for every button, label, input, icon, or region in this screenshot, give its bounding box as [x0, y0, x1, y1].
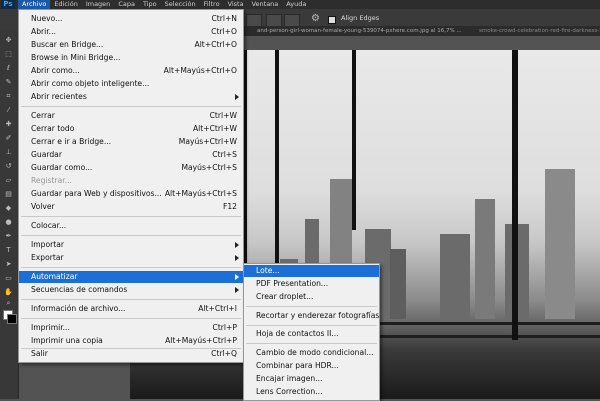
eyedropper-tool-icon[interactable]: ⁄: [3, 106, 14, 114]
menu-bar: Ps Archivo Edición Imagen Capa Tipo Sele…: [0, 0, 600, 9]
submenu-item-encajar-imagen[interactable]: Encajar imagen...: [244, 373, 379, 385]
menu-vista[interactable]: Vista: [224, 0, 248, 9]
menu-item-abrir-como[interactable]: Abrir como... Alt+Mayús+Ctrl+O: [19, 65, 243, 77]
menu-item-volver[interactable]: Volver F12: [19, 201, 243, 213]
quick-select-tool-icon[interactable]: ✎: [3, 78, 14, 86]
menu-separator: [21, 318, 241, 319]
menu-item-exportar[interactable]: Exportar: [19, 252, 243, 264]
align-edges-checkbox[interactable]: [328, 16, 336, 24]
background-color-swatch[interactable]: [7, 314, 17, 324]
bridge-cable: [352, 50, 356, 230]
healing-brush-tool-icon[interactable]: ✚: [3, 120, 14, 128]
bridge-cable: [512, 50, 518, 340]
menu-item-cerrar-ir-bridge[interactable]: Cerrar e ir a Bridge... Mayús+Ctrl+W: [19, 136, 243, 148]
history-brush-tool-icon[interactable]: ↺: [3, 162, 14, 170]
menu-item-imprimir[interactable]: Imprimir... Ctrl+P: [19, 322, 243, 334]
brush-tool-icon[interactable]: ✐: [3, 134, 14, 142]
path-selection-tool-icon[interactable]: ➤: [3, 260, 14, 268]
gradient-tool-icon[interactable]: ▤: [3, 190, 14, 198]
submenu-item-combinar-hdr[interactable]: Combinar para HDR...: [244, 360, 379, 372]
menu-seleccion[interactable]: Selección: [161, 0, 200, 9]
align-edges-label: Align Edges: [341, 14, 380, 22]
menu-separator: [21, 106, 241, 107]
automate-submenu: Lote... PDF Presentation... Crear drople…: [243, 263, 380, 401]
move-tool-icon[interactable]: ✥: [3, 36, 14, 44]
menu-item-guardar[interactable]: Guardar Ctrl+S: [19, 149, 243, 161]
gear-icon[interactable]: ⚙: [311, 13, 322, 24]
menu-item-automatizar[interactable]: Automatizar: [19, 271, 243, 283]
menu-items: Archivo Edición Imagen Capa Tipo Selecci…: [18, 0, 310, 9]
menu-item-imprimir-copia[interactable]: Imprimir una copia Alt+Mayús+Ctrl+P: [19, 335, 243, 347]
chevron-right-icon: [235, 94, 239, 100]
eraser-tool-icon[interactable]: ▱: [3, 176, 14, 184]
menu-item-registrar: Registrar...: [31, 176, 72, 185]
menu-archivo[interactable]: Archivo: [18, 0, 51, 9]
submenu-item-pdf-presentation[interactable]: PDF Presentation...: [244, 278, 379, 290]
menu-item-guardar-para-web[interactable]: Guardar para Web y dispositivos... Alt+Ma…: [19, 188, 243, 200]
building-shape: [390, 249, 406, 319]
menu-item-buscar-en-bridge[interactable]: Buscar en Bridge... Alt+Ctrl+O: [19, 39, 243, 51]
submenu-item-lote[interactable]: Lote...: [244, 265, 379, 277]
submenu-item-lens-correction[interactable]: Lens Correction...: [244, 386, 379, 398]
submenu-item-hoja-contactos[interactable]: Hoja de contactos II...: [244, 328, 379, 340]
menu-item-abrir-objeto-inteligente[interactable]: Abrir como objeto inteligente...: [19, 78, 243, 90]
building-shape: [440, 234, 470, 319]
menu-ayuda[interactable]: Ayuda: [282, 0, 310, 9]
menu-item-informacion-archivo[interactable]: Información de archivo... Alt+Ctrl+I: [19, 303, 243, 315]
document-tab-bar: and-person-girl-woman-female-young-53907…: [243, 26, 600, 36]
zoom-tool-icon[interactable]: ⌕: [3, 299, 14, 307]
shape-tool-icon[interactable]: ▭: [3, 274, 14, 282]
menu-item-abrir-recientes[interactable]: Abrir recientes: [19, 91, 243, 103]
menu-edicion[interactable]: Edición: [50, 0, 82, 9]
menu-item-cerrar[interactable]: Cerrar Ctrl+W: [19, 110, 243, 122]
menu-separator: [246, 343, 377, 344]
menu-item-nuevo[interactable]: Nuevo... Ctrl+N: [19, 13, 243, 25]
menu-ventana[interactable]: Ventana: [248, 0, 283, 9]
photoshop-logo-icon: Ps: [1, 0, 15, 9]
menu-item-importar[interactable]: Importar: [19, 239, 243, 251]
menu-separator: [21, 299, 241, 300]
menu-item-salir[interactable]: Salir Ctrl+Q: [19, 348, 243, 360]
menu-filtro[interactable]: Filtro: [200, 0, 224, 9]
building-shape: [545, 169, 575, 319]
menu-item-browse-mini-bridge[interactable]: Browse in Mini Bridge...: [19, 52, 243, 64]
submenu-item-cambio-modo[interactable]: Cambio de modo condicional...: [244, 347, 379, 359]
chevron-right-icon: [235, 242, 239, 248]
document-tab-1[interactable]: and-person-girl-woman-female-young-53907…: [257, 26, 477, 36]
submenu-item-crear-droplet[interactable]: Crear droplet...: [244, 291, 379, 303]
chevron-right-icon: [235, 287, 239, 293]
menu-separator: [246, 306, 377, 307]
file-menu-dropdown: Nuevo... Ctrl+N Abrir... Ctrl+O Buscar en …: [18, 9, 244, 363]
chevron-right-icon: [235, 255, 239, 261]
menu-item-secuencias-comandos[interactable]: Secuencias de comandos: [19, 284, 243, 296]
menu-item-abrir[interactable]: Abrir... Ctrl+O: [19, 26, 243, 38]
dodge-tool-icon[interactable]: ●: [3, 218, 14, 226]
document-tab-2[interactable]: smoke-crowd-celebration-red-fire-darknes…: [479, 26, 600, 36]
tools-panel: ✥ ⬚ ℓ ✎ ⌗ ⁄ ✚ ✐ ⊥ ↺ ▱ ▤ ◆ ● ✒ T ➤ ▭ ✋ ⌕: [0, 30, 19, 399]
menu-imagen[interactable]: Imagen: [82, 0, 114, 9]
clone-stamp-tool-icon[interactable]: ⊥: [3, 148, 14, 156]
chevron-right-icon: [235, 274, 239, 280]
menu-separator: [21, 235, 241, 236]
marquee-tool-icon[interactable]: ⬚: [3, 50, 14, 58]
menu-separator: [246, 325, 377, 326]
submenu-item-recortar-enderezar[interactable]: Recortar y enderezar fotografías: [244, 310, 379, 322]
pen-tool-icon[interactable]: ✒: [3, 232, 14, 240]
menu-tipo[interactable]: Tipo: [139, 0, 161, 9]
menu-item-colocar[interactable]: Colocar...: [19, 220, 243, 232]
menu-capa[interactable]: Capa: [114, 0, 139, 9]
menu-separator: [21, 216, 241, 217]
menu-item-guardar-como[interactable]: Guardar como... Mayús+Ctrl+S: [19, 162, 243, 174]
type-tool-icon[interactable]: T: [3, 246, 14, 254]
hand-tool-icon[interactable]: ✋: [3, 288, 14, 296]
building-shape: [475, 199, 495, 319]
blur-tool-icon[interactable]: ◆: [3, 204, 14, 212]
menu-separator: [21, 267, 241, 268]
crop-tool-icon[interactable]: ⌗: [3, 92, 14, 100]
lasso-tool-icon[interactable]: ℓ: [3, 64, 14, 72]
menu-item-cerrar-todo[interactable]: Cerrar todo Alt+Ctrl+W: [19, 123, 243, 135]
